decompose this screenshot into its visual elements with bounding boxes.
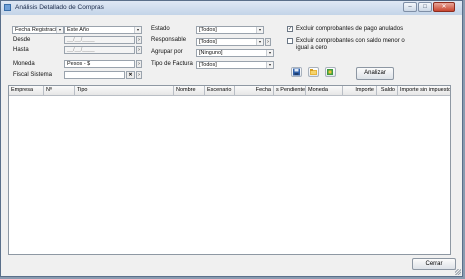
fiscal-clear-button[interactable]: ✕ — [126, 71, 135, 79]
fiscal-label: Fiscal Sistema — [13, 72, 53, 78]
folder-icon — [310, 69, 317, 75]
responsable-label: Responsable — [151, 37, 187, 43]
column-header-pendiente[interactable]: s Pendiente — [274, 86, 306, 95]
desde-next-button[interactable]: › — [136, 36, 142, 44]
desde-date-input[interactable]: __/__/____ — [64, 36, 135, 44]
agrupar-select[interactable]: [Ninguno] ▾ — [196, 49, 274, 57]
excluir-saldo-checkbox[interactable] — [287, 38, 293, 44]
column-header-tipo[interactable]: Tipo — [75, 86, 174, 95]
chevron-down-icon: ▾ — [256, 27, 263, 33]
excluir-anulados-label: Excluir comprobantes de pago anulados — [296, 26, 404, 32]
hasta-date-input[interactable]: __/__/____ — [64, 46, 135, 54]
chevron-down-icon: ▾ — [266, 50, 273, 56]
column-header-empresa[interactable]: Empresa — [9, 86, 44, 95]
column-header-escenario[interactable]: Escenario — [205, 86, 235, 95]
column-header-saldo[interactable]: Saldo — [377, 86, 398, 95]
responsable-next-button[interactable]: › — [265, 38, 271, 46]
responsable-select[interactable]: [Todos] ▾ — [196, 38, 264, 46]
column-header-numero[interactable]: Nº — [44, 86, 75, 95]
excluir-saldo-label-line2: igual a cero — [296, 45, 328, 51]
chevron-down-icon: ▾ — [134, 27, 141, 33]
save-icon — [293, 68, 300, 76]
chevron-down-icon: ▾ — [266, 62, 273, 68]
export-icon — [327, 69, 333, 75]
save-button[interactable] — [291, 67, 302, 77]
hasta-label: Hasta — [13, 47, 29, 53]
moneda-input[interactable]: Pesos - $ — [64, 60, 135, 68]
moneda-label: Moneda — [13, 61, 35, 67]
column-header-nombre[interactable]: Nombre — [174, 86, 205, 95]
results-grid[interactable]: Empresa Nº Tipo Nombre Escenario Fecha s… — [8, 85, 451, 255]
cerrar-button[interactable]: Cerrar — [412, 258, 456, 270]
estado-select[interactable]: [Todos] ▾ — [196, 26, 264, 34]
resize-grip[interactable] — [455, 269, 461, 275]
moneda-next-button[interactable]: › — [136, 60, 142, 68]
fiscal-next-button[interactable]: › — [136, 71, 142, 79]
column-header-importe[interactable]: Importe — [343, 86, 377, 95]
maximize-button[interactable]: □ — [418, 2, 432, 12]
desde-label: Desde — [13, 37, 31, 43]
app-icon — [4, 4, 11, 11]
close-window-button[interactable]: ✕ — [433, 2, 455, 12]
date-type-select[interactable]: Fecha Registraci ▾ — [12, 26, 64, 34]
window-title: Análisis Detallado de Compras — [15, 4, 104, 11]
chevron-down-icon: ▾ — [56, 27, 63, 33]
tipo-factura-select[interactable]: [Todos] ▾ — [196, 61, 274, 69]
period-select[interactable]: Este Año ▾ — [64, 26, 142, 34]
excluir-anulados-checkbox[interactable]: ✓ — [287, 26, 293, 32]
main-window: Análisis Detallado de Compras – □ ✕ Fech… — [0, 0, 463, 277]
export-button[interactable] — [325, 67, 336, 77]
title-bar: Análisis Detallado de Compras – □ ✕ — [1, 1, 462, 15]
analizar-button[interactable]: Analizar — [356, 67, 394, 80]
column-header-fecha[interactable]: Fecha — [235, 86, 274, 95]
column-header-importe-sin-impuestos[interactable]: Importe sin impuestos — [398, 86, 450, 95]
column-header-moneda[interactable]: Moneda — [306, 86, 343, 95]
hasta-next-button[interactable]: › — [136, 46, 142, 54]
chevron-down-icon: ▾ — [256, 39, 263, 45]
excluir-saldo-label-line1: Excluir comprobantes con saldo menor o — [296, 38, 405, 44]
fiscal-input[interactable] — [64, 71, 125, 79]
tipo-factura-label: Tipo de Factura — [151, 61, 193, 67]
grid-header: Empresa Nº Tipo Nombre Escenario Fecha s… — [9, 86, 450, 96]
estado-label: Estado — [151, 26, 170, 32]
open-button[interactable] — [308, 67, 319, 77]
agrupar-label: Agrupar por — [151, 49, 183, 55]
minimize-button[interactable]: – — [403, 2, 417, 12]
